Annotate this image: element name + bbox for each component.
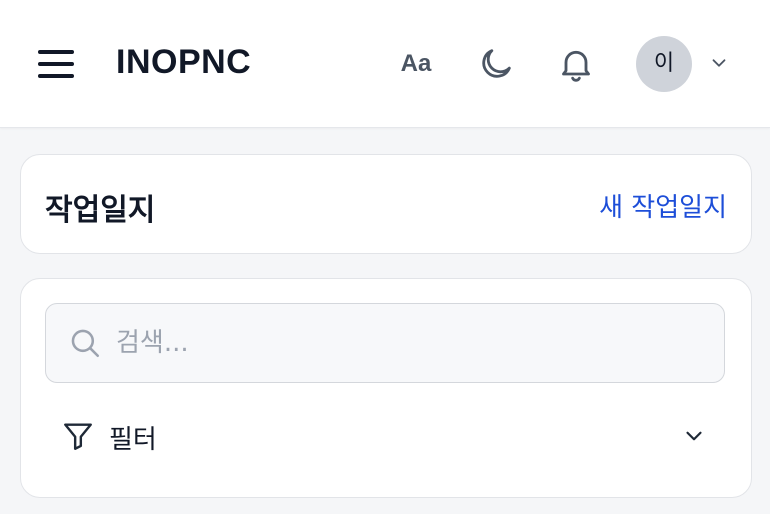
search-icon: [71, 329, 100, 358]
dark-mode-toggle[interactable]: [476, 44, 516, 84]
filter-icon: [64, 423, 92, 450]
notifications-button[interactable]: [556, 44, 596, 84]
app-header: INOPNC Aa 이: [0, 0, 770, 128]
chevron-down-icon: [712, 59, 726, 67]
page-header-card: 작업일지 새 작업일지: [20, 154, 752, 254]
user-menu-toggle[interactable]: [708, 52, 730, 74]
menu-icon[interactable]: [36, 47, 76, 81]
filter-label: 필터: [109, 425, 157, 455]
chevron-down-icon: [686, 431, 702, 441]
font-size-button[interactable]: Aa: [396, 46, 436, 82]
search-filter-card: 필터: [20, 278, 752, 498]
brand-logo[interactable]: INOPNC: [116, 43, 251, 82]
new-report-button[interactable]: 새 작업일지: [599, 187, 727, 224]
filter-toggle[interactable]: 필터: [45, 407, 725, 467]
bell-icon: [562, 50, 590, 82]
moon-icon: [482, 49, 511, 78]
page-title: 작업일지: [45, 193, 156, 228]
search-box[interactable]: [45, 303, 725, 383]
user-avatar[interactable]: 이: [636, 36, 692, 92]
search-input[interactable]: [116, 320, 706, 366]
